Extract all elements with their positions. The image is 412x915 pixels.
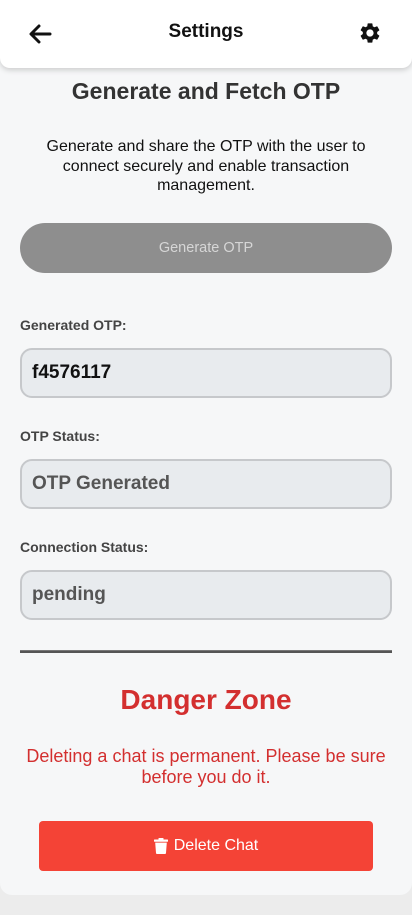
generate-otp-button[interactable]: Generate OTP: [20, 223, 392, 273]
page-title: Settings: [168, 21, 244, 42]
connection-status-field[interactable]: pending: [20, 570, 392, 620]
danger-zone-title: Danger Zone: [120, 684, 292, 715]
otp-section-description: Generate and share the OTP with the user…: [46, 138, 366, 194]
app-header: Settings: [0, 0, 412, 68]
section-divider: [20, 650, 392, 653]
gear-icon: [360, 23, 380, 43]
otp-section-title: Generate and Fetch OTP: [71, 78, 341, 104]
danger-zone-description: Deleting a chat is permanent. Please be …: [26, 746, 386, 787]
delete-chat-label: Delete Chat: [173, 837, 259, 854]
delete-chat-button[interactable]: Delete Chat: [39, 821, 373, 871]
connection-status-label: Connection Status:: [20, 539, 149, 555]
otp-status-label: OTP Status:: [20, 428, 100, 444]
generated-otp-field[interactable]: f4576117: [20, 348, 392, 398]
generated-otp-label: Generated OTP:: [20, 317, 127, 333]
otp-status-field[interactable]: OTP Generated: [20, 459, 392, 509]
trash-icon: [153, 838, 168, 854]
settings-content: Generate and Fetch OTP Generate and shar…: [0, 60, 412, 895]
settings-button[interactable]: [357, 20, 383, 46]
